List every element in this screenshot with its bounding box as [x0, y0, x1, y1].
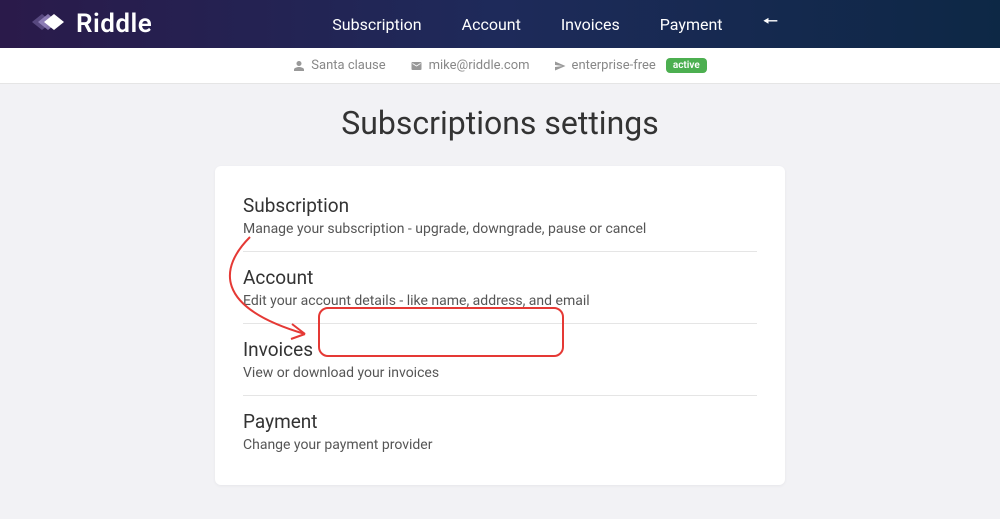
user-name-item: Santa clause — [293, 58, 385, 73]
setting-desc: Edit your account details - like name, a… — [243, 293, 757, 309]
setting-subscription[interactable]: Subscription Manage your subscription - … — [243, 190, 757, 252]
logo-icon — [30, 10, 66, 38]
navbar: Riddle Subscription Account Invoices Pay… — [0, 0, 1000, 48]
logo[interactable]: Riddle — [30, 9, 152, 39]
nav-account[interactable]: Account — [462, 15, 521, 34]
nav-invoices[interactable]: Invoices — [561, 15, 620, 34]
user-name: Santa clause — [311, 58, 385, 73]
setting-payment[interactable]: Payment Change your payment provider — [243, 396, 757, 457]
user-email-item: mike@riddle.com — [410, 58, 530, 73]
setting-account[interactable]: Account Edit your account details - like… — [243, 252, 757, 324]
nav-links: Subscription Account Invoices Payment — [332, 15, 722, 34]
email-icon — [410, 60, 423, 72]
setting-desc: Manage your subscription - upgrade, down… — [243, 221, 757, 237]
page-title: Subscriptions settings — [0, 104, 1000, 142]
setting-title: Account — [243, 266, 757, 289]
setting-desc: Change your payment provider — [243, 437, 757, 453]
nav-subscription[interactable]: Subscription — [332, 15, 421, 34]
setting-title: Payment — [243, 410, 757, 433]
user-icon — [293, 60, 305, 72]
user-email: mike@riddle.com — [429, 58, 530, 73]
setting-title: Subscription — [243, 194, 757, 217]
setting-title: Invoices — [243, 338, 757, 361]
brand-name: Riddle — [76, 9, 152, 39]
back-arrow-icon[interactable]: 🠔 — [763, 9, 779, 39]
user-plan-item: enterprise-free active — [554, 58, 707, 73]
setting-invoices[interactable]: Invoices View or download your invoices — [243, 324, 757, 396]
user-bar: Santa clause mike@riddle.com enterprise-… — [0, 48, 1000, 84]
nav-payment[interactable]: Payment — [660, 15, 723, 34]
status-badge: active — [666, 58, 707, 73]
plan-icon — [554, 60, 566, 72]
settings-card: Subscription Manage your subscription - … — [215, 166, 785, 485]
user-plan: enterprise-free — [572, 58, 656, 73]
setting-desc: View or download your invoices — [243, 365, 757, 381]
